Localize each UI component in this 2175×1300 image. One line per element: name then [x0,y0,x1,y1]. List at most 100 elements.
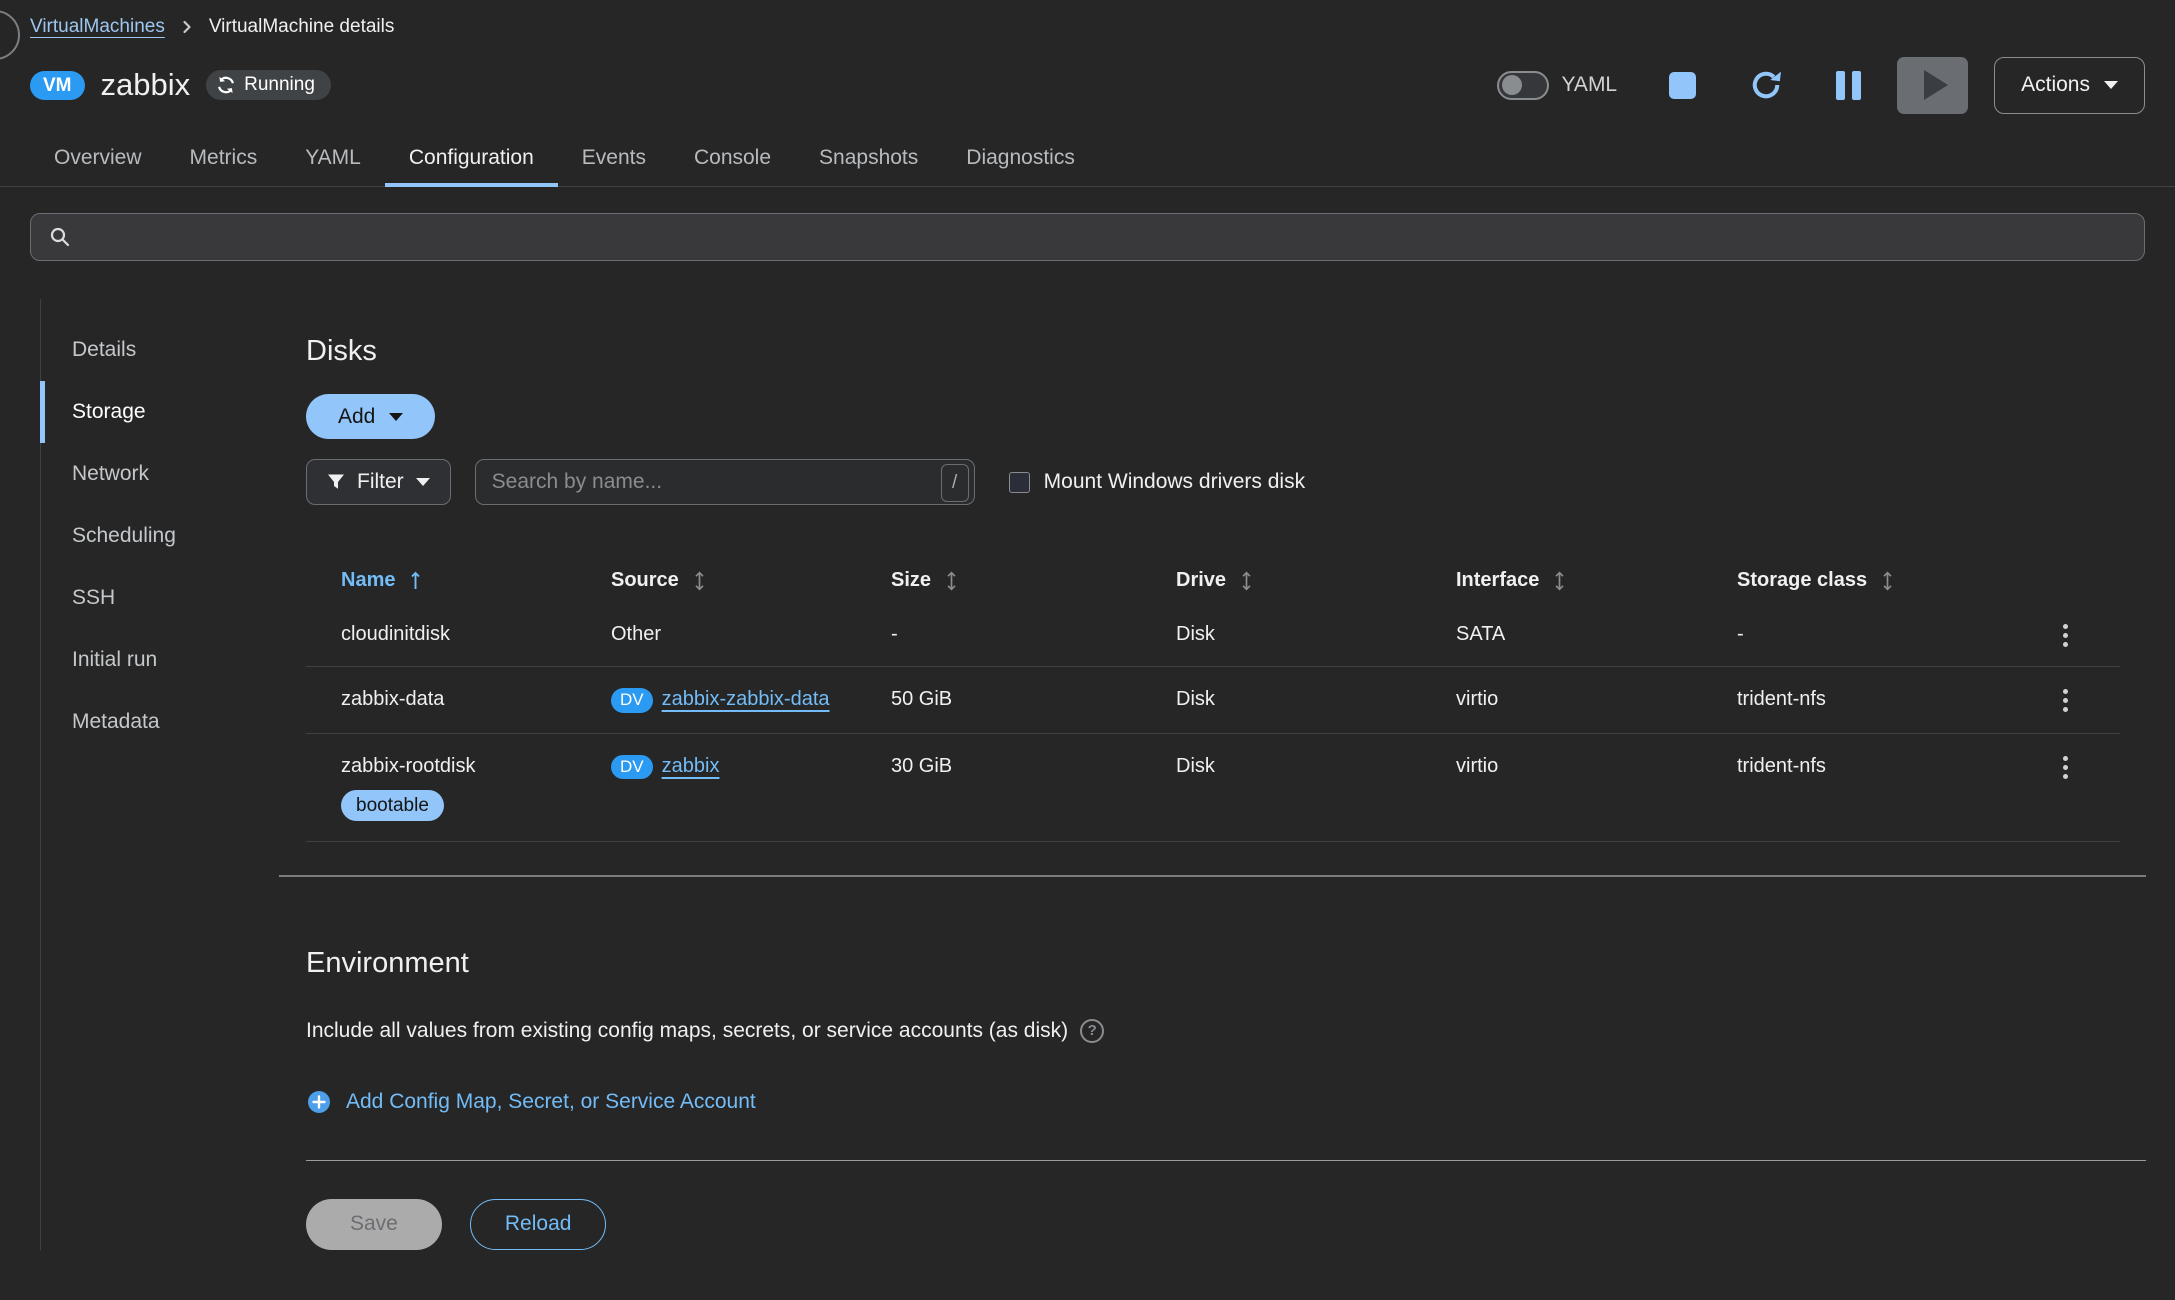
search-icon [49,226,71,248]
column-label: Name [341,569,395,592]
vm-details-page: VirtualMachines VirtualMachine details V… [0,0,2175,1300]
cell-name: zabbix-data [341,667,611,731]
mount-checkbox-label: Mount Windows drivers disk [1044,470,1305,494]
column-header-size[interactable]: Size [891,559,1176,602]
breadcrumb: VirtualMachines VirtualMachine details [0,0,2175,38]
mount-windows-drivers-checkbox-row[interactable]: Mount Windows drivers disk [1009,470,1305,494]
pause-button[interactable] [1836,71,1861,100]
cell-actions [2010,602,2120,666]
filter-dropdown-button[interactable]: Filter [306,459,451,505]
add-config-map-label: Add Config Map, Secret, or Service Accou… [346,1090,756,1114]
cell-storage-class: trident-nfs [1737,734,2010,798]
yaml-toggle-label: YAML [1561,73,1617,97]
stop-icon [1669,72,1696,99]
disk-name: zabbix-rootdisk [341,755,611,778]
chevron-down-icon [2104,81,2118,89]
tab-overview[interactable]: Overview [30,132,166,186]
column-label: Source [611,569,679,592]
chevron-down-icon [416,478,430,486]
sort-icon [945,571,958,591]
sidebar-item-network[interactable]: Network [72,443,306,505]
sidebar-item-metadata[interactable]: Metadata [72,691,306,753]
sidebar-item-initial-run[interactable]: Initial run [72,629,306,691]
table-row: zabbix-rootdiskbootableDVzabbix30 GiBDis… [306,733,2120,841]
column-label: Drive [1176,569,1226,592]
cell-drive: Disk [1176,734,1456,798]
column-label: Size [891,569,931,592]
help-icon[interactable]: ? [1080,1019,1104,1043]
source-link[interactable]: zabbix-zabbix-data [662,688,830,710]
column-header-drive[interactable]: Drive [1176,559,1456,602]
sidebar-item-scheduling[interactable]: Scheduling [72,505,306,567]
column-header-storage-class[interactable]: Storage class [1737,559,2010,602]
cell-source: DV zabbix [611,734,891,800]
actions-label: Actions [2021,73,2090,97]
plus-circle-icon [306,1089,332,1115]
status-badge: Running [206,70,331,100]
tab-console[interactable]: Console [670,132,795,186]
slash-shortcut-key: / [941,464,969,502]
sidebar-item-ssh[interactable]: SSH [72,567,306,629]
page-title: zabbix [101,67,191,103]
cell-interface: virtio [1456,667,1737,731]
tab-bar: OverviewMetricsYAMLConfigurationEventsCo… [0,132,2175,187]
status-label: Running [244,74,315,96]
quick-search-bar[interactable] [30,213,2145,261]
search-by-name-wrapper: / [475,459,975,505]
main-panel: Disks Add Filter / [306,299,2146,1250]
tab-snapshots[interactable]: Snapshots [795,132,942,186]
row-kebab-menu-button[interactable] [2053,610,2078,661]
disk-name: cloudinitdisk [341,623,611,646]
cell-size: 30 GiB [891,734,1176,798]
form-divider [306,1160,2146,1161]
sort-icon [693,571,706,591]
cell-storage-class: - [1737,602,2010,666]
tab-events[interactable]: Events [558,132,670,186]
row-kebab-menu-button[interactable] [2053,675,2078,726]
add-config-map-link[interactable]: Add Config Map, Secret, or Service Accou… [306,1089,756,1115]
row-kebab-menu-button[interactable] [2053,742,2078,793]
chevron-down-icon [389,413,403,421]
title-row: VM zabbix Running YAML [0,54,2175,116]
restart-button[interactable] [1748,67,1784,103]
table-row: cloudinitdiskOther-DiskSATA- [306,602,2120,666]
source-link[interactable]: zabbix [662,755,720,777]
column-header-source[interactable]: Source [611,559,891,602]
cell-source: DV zabbix-zabbix-data [611,667,891,733]
tab-metrics[interactable]: Metrics [166,132,282,186]
add-button-label: Add [338,405,375,429]
cell-storage-class: trident-nfs [1737,667,2010,731]
sort-icon [1240,571,1253,591]
search-by-name-input[interactable] [475,459,975,505]
checkbox-unchecked[interactable] [1009,472,1030,493]
breadcrumb-virtualmachines-link[interactable]: VirtualMachines [30,16,165,38]
disks-table-header: Name Source Size Drive InterfaceStorage clas… [306,559,2120,602]
sort-icon [1881,571,1894,591]
sidebar-item-storage[interactable]: Storage [72,381,306,443]
save-button[interactable]: Save [306,1199,442,1250]
cell-interface: virtio [1456,734,1737,798]
datavolume-badge: DV [611,688,653,713]
cell-interface: SATA [1456,602,1737,666]
environment-description: Include all values from existing config … [306,1019,1068,1043]
yaml-toggle[interactable] [1497,71,1549,100]
reload-button[interactable]: Reload [470,1199,607,1250]
add-disk-button[interactable]: Add [306,394,435,439]
column-header-interface[interactable]: Interface [1456,559,1737,602]
cell-size: - [891,602,1176,666]
sort-ascending-icon [409,571,422,591]
cell-actions [2010,667,2120,733]
tab-yaml[interactable]: YAML [281,132,385,186]
column-header-name[interactable]: Name [341,559,611,602]
disks-heading: Disks [306,335,2146,368]
tab-configuration[interactable]: Configuration [385,132,558,186]
actions-dropdown-button[interactable]: Actions [1994,57,2145,114]
tab-diagnostics[interactable]: Diagnostics [942,132,1099,186]
datavolume-badge: DV [611,755,653,780]
sidebar-item-details[interactable]: Details [72,319,306,381]
sync-icon [216,75,236,95]
disks-table: Name Source Size Drive InterfaceStorage clas… [306,559,2120,842]
stop-button[interactable] [1669,72,1696,99]
play-button[interactable] [1897,57,1968,114]
cell-source: Other [611,602,891,666]
